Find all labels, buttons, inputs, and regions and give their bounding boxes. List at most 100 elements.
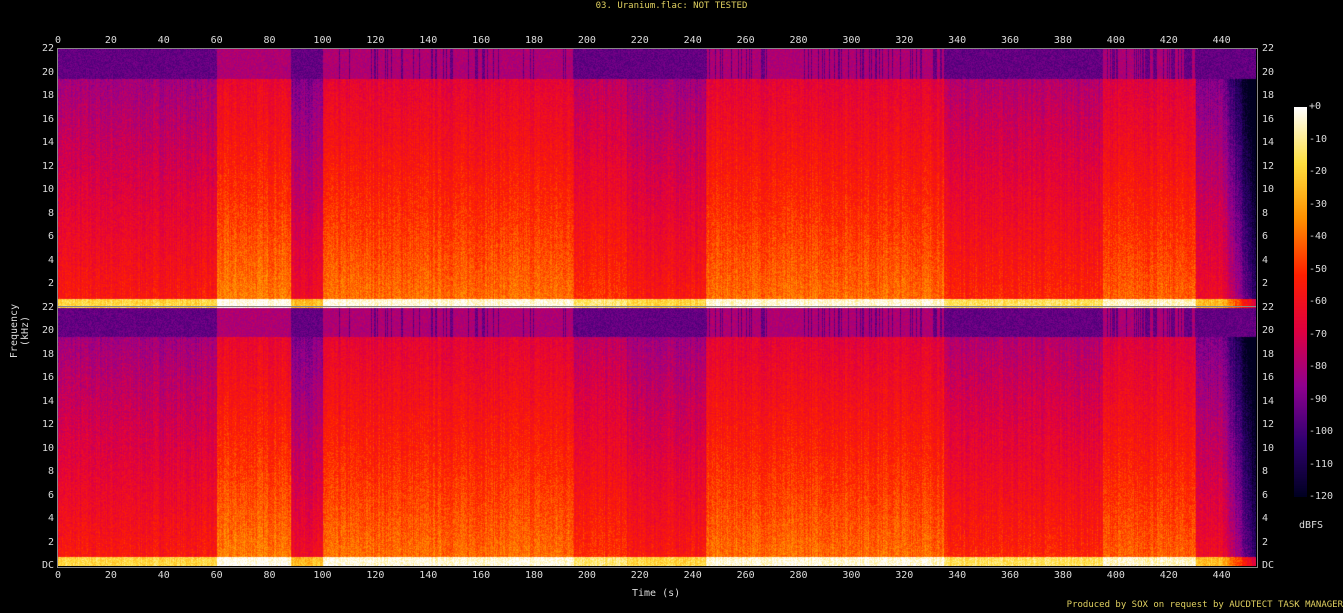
y-tick-right: 10 xyxy=(1262,184,1275,195)
y-tick-right: 16 xyxy=(1262,372,1275,383)
x-tick-top: 320 xyxy=(895,35,914,46)
colorbar-tick: -90 xyxy=(1309,393,1328,405)
x-tick-top: 400 xyxy=(1106,35,1125,46)
y-tick-right: 12 xyxy=(1262,160,1275,172)
y-tick-right: 22 xyxy=(1262,301,1275,313)
y-tick-right: 18 xyxy=(1262,90,1275,101)
y-tick-left: 18 xyxy=(41,90,54,101)
x-tick-bottom: 160 xyxy=(472,570,491,581)
x-axis-label: Time (s) xyxy=(632,588,681,599)
x-tick-top: 0 xyxy=(54,35,62,46)
colorbar-tick: -80 xyxy=(1309,361,1328,372)
y-tick-right: 20 xyxy=(1262,66,1275,78)
y-tick-right: 6 xyxy=(1262,231,1269,242)
y-tick-right: 20 xyxy=(1262,325,1275,336)
colorbar-tick: -120 xyxy=(1309,491,1334,502)
y-tick-left: 6 xyxy=(47,231,54,242)
x-tick-top: 440 xyxy=(1212,35,1231,46)
x-tick-bottom: 200 xyxy=(577,570,596,581)
x-tick-top: 140 xyxy=(419,35,438,46)
x-tick-top: 380 xyxy=(1053,35,1072,46)
channel-divider xyxy=(58,306,1256,307)
y-tick-right: 18 xyxy=(1262,348,1275,360)
y-tick-right: 2 xyxy=(1262,536,1269,548)
y-tick-right: 12 xyxy=(1262,419,1275,430)
x-tick-bottom: 420 xyxy=(1159,570,1178,581)
x-tick-bottom: 320 xyxy=(895,570,914,581)
y-tick-left: 8 xyxy=(47,207,54,219)
x-tick-bottom: 260 xyxy=(736,570,755,581)
x-tick-top: 100 xyxy=(313,35,332,46)
y-tick-left: DC xyxy=(41,560,54,571)
x-tick-top: 20 xyxy=(104,35,117,46)
x-tick-top: 80 xyxy=(263,35,276,46)
x-tick-bottom: 380 xyxy=(1053,570,1072,581)
y-tick-right: 4 xyxy=(1262,513,1269,524)
x-tick-bottom: 340 xyxy=(948,570,967,581)
y-tick-left: 14 xyxy=(41,395,54,407)
x-tick-top: 180 xyxy=(524,35,544,46)
colorbar-tick: -30 xyxy=(1309,198,1328,210)
colorbar-tick: -70 xyxy=(1309,328,1328,340)
colorbar-tick: +0 xyxy=(1309,101,1322,112)
x-tick-bottom: 180 xyxy=(524,570,544,581)
footer-credit: Produced by SOX on request by AUCDTECT T… xyxy=(1066,600,1343,610)
y-tick-right: 16 xyxy=(1262,113,1275,125)
y-tick-left: 16 xyxy=(41,113,54,125)
y-tick-right: 8 xyxy=(1262,466,1269,477)
colorbar-tick: -60 xyxy=(1309,296,1328,307)
y-tick-left: 2 xyxy=(47,536,54,548)
y-tick-left: 4 xyxy=(47,254,54,266)
y-tick-left: 12 xyxy=(41,419,54,430)
x-tick-bottom: 280 xyxy=(789,570,808,581)
x-tick-bottom: 100 xyxy=(313,570,332,581)
y-tick-right: 6 xyxy=(1262,489,1269,501)
spectrogram-heatmap xyxy=(58,49,1256,566)
colorbar-tick: -110 xyxy=(1309,458,1334,470)
y-axis-label: Frequency (kHz) xyxy=(9,303,31,359)
y-tick-left: 10 xyxy=(41,184,54,195)
x-tick-bottom: 300 xyxy=(842,570,861,581)
y-tick-right: DC xyxy=(1262,560,1275,571)
y-tick-left: 4 xyxy=(47,513,54,524)
x-tick-top: 40 xyxy=(157,35,170,46)
y-tick-left: 16 xyxy=(41,372,54,383)
y-tick-right: 14 xyxy=(1262,395,1275,407)
x-tick-top: 160 xyxy=(472,35,491,46)
x-tick-bottom: 120 xyxy=(366,570,385,581)
x-tick-top: 220 xyxy=(630,35,649,46)
y-tick-right: 22 xyxy=(1262,43,1275,54)
y-tick-left: 12 xyxy=(41,160,54,172)
x-tick-bottom: 40 xyxy=(157,570,170,581)
x-tick-bottom: 440 xyxy=(1212,570,1231,581)
y-tick-left: 8 xyxy=(47,466,54,477)
colorbar-tick: -10 xyxy=(1309,133,1328,145)
x-tick-top: 420 xyxy=(1159,35,1178,46)
colorbar-tick: -40 xyxy=(1309,231,1328,242)
colorbar-tick: -50 xyxy=(1309,263,1328,275)
x-tick-bottom: 220 xyxy=(630,570,649,581)
x-tick-bottom: 20 xyxy=(104,570,117,581)
colorbar-tick: -20 xyxy=(1309,166,1328,177)
y-tick-left: 14 xyxy=(41,137,54,148)
y-tick-left: 22 xyxy=(41,43,54,54)
x-tick-top: 120 xyxy=(366,35,385,46)
y-tick-right: 2 xyxy=(1262,278,1269,289)
colorbar xyxy=(1294,107,1307,497)
x-tick-top: 200 xyxy=(577,35,596,46)
x-tick-bottom: 400 xyxy=(1106,570,1125,581)
x-tick-top: 260 xyxy=(736,35,755,46)
y-tick-left: 6 xyxy=(47,489,54,501)
x-tick-top: 360 xyxy=(1001,35,1020,46)
x-tick-top: 60 xyxy=(210,35,223,46)
colorbar-tick: -100 xyxy=(1309,426,1334,437)
y-tick-left: 20 xyxy=(41,66,54,78)
y-tick-right: 14 xyxy=(1262,137,1275,148)
x-tick-top: 240 xyxy=(683,35,702,46)
x-tick-bottom: 140 xyxy=(419,570,438,581)
colorbar-label: dBFS xyxy=(1299,520,1324,531)
x-tick-top: 340 xyxy=(948,35,967,46)
x-tick-top: 300 xyxy=(842,35,861,46)
y-tick-right: 10 xyxy=(1262,442,1275,454)
x-tick-bottom: 60 xyxy=(210,570,223,581)
